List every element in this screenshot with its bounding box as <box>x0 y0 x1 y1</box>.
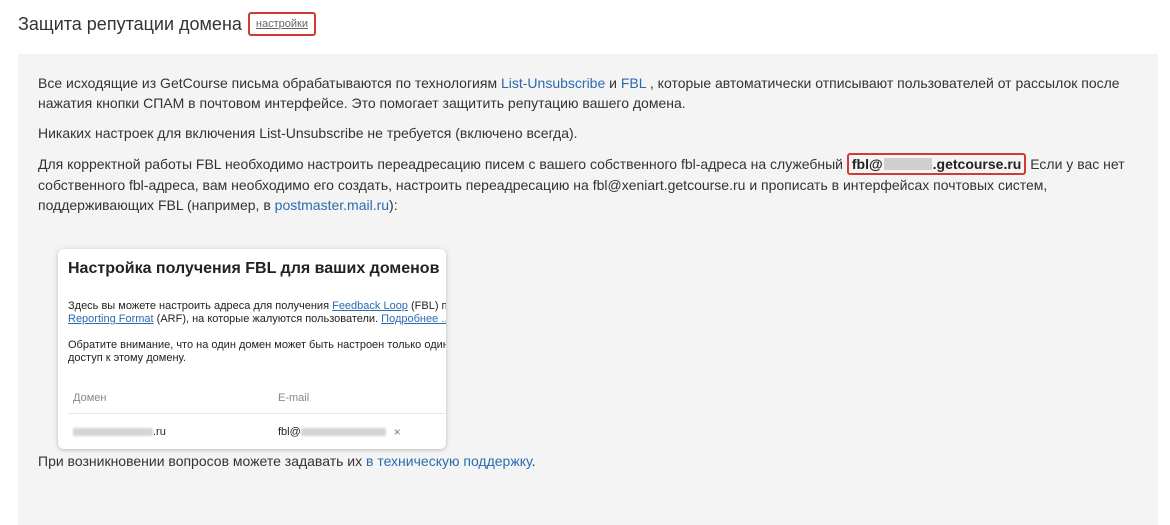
settings-highlight: настройки <box>247 12 316 36</box>
fbl-text-start: Для корректной работы FBL необходимо нас… <box>38 156 847 172</box>
column-header-email: E-mail <box>278 392 310 404</box>
fbl-address-prefix: fbl@ <box>851 156 883 172</box>
masked-domain <box>73 428 153 436</box>
info-panel: Все исходящие из GetCourse письма обраба… <box>18 54 1158 525</box>
card-text-3: (ARF), на которые жалуются пользователи. <box>153 313 382 325</box>
list-unsubscribe-link[interactable]: List-Unsubscribe <box>501 75 605 91</box>
card-note: Обратите внимание, что на один домен мож… <box>68 339 446 365</box>
card-text-2: (FBL) по <box>410 300 446 312</box>
settings-link[interactable]: настройки <box>256 17 308 31</box>
fbl-address-suffix: .getcourse.ru <box>932 156 1022 172</box>
card-title: Настройка получения FBL для ваших домено… <box>68 260 440 277</box>
fbl-settings-screenshot: Настройка получения FBL для ваших домено… <box>58 249 446 449</box>
intro-text-start: Все исходящие из GetCourse письма обраба… <box>38 75 501 91</box>
support-text-end: . <box>531 453 536 469</box>
more-link[interactable]: Подробнее ... <box>381 313 446 325</box>
card-note-line-2: доступ к этому домену. <box>68 352 186 364</box>
support-text: При возникновении вопросов можете задава… <box>38 453 366 469</box>
feedback-loop-link[interactable]: Feedback Loop <box>332 300 408 312</box>
reporting-format-link[interactable]: Reporting Format <box>68 313 154 325</box>
support-paragraph: При возникновении вопросов можете задава… <box>38 451 535 471</box>
page-title: Защита репутации домена <box>18 13 242 34</box>
domain-suffix: .ru <box>153 426 166 438</box>
intro-paragraph: Все исходящие из GetCourse письма обраба… <box>38 73 1128 113</box>
domain-cell: .ru <box>73 422 166 442</box>
email-prefix: fbl@ <box>278 426 301 438</box>
email-cell: fbl@ × <box>278 422 401 442</box>
fbl-paragraph: Для корректной работы FBL необходимо нас… <box>38 153 1128 215</box>
header: Защита репутации домена настройки <box>18 12 316 36</box>
column-header-domain: Домен <box>73 392 107 404</box>
fbl-text-end: ): <box>389 197 398 213</box>
card-note-line-1: Обратите внимание, что на один домен мож… <box>68 339 446 351</box>
card-description: Здесь вы можете настроить адреса для пол… <box>68 300 446 326</box>
card-text-1: Здесь вы можете настроить адреса для пол… <box>68 300 333 312</box>
support-link[interactable]: в техническую поддержку <box>366 453 532 469</box>
remove-icon[interactable]: × <box>394 422 401 442</box>
fbl-address-highlight: fbl@ .getcourse.ru <box>846 153 1027 175</box>
no-settings-paragraph: Никаких настроек для включения List-Unsu… <box>38 125 578 141</box>
fbl-link[interactable]: FBL <box>621 75 646 91</box>
masked-subdomain <box>883 158 932 170</box>
postmaster-link[interactable]: postmaster.mail.ru <box>275 197 389 213</box>
intro-text-and: и <box>605 75 621 91</box>
masked-email <box>300 428 386 436</box>
row-divider <box>68 413 446 414</box>
